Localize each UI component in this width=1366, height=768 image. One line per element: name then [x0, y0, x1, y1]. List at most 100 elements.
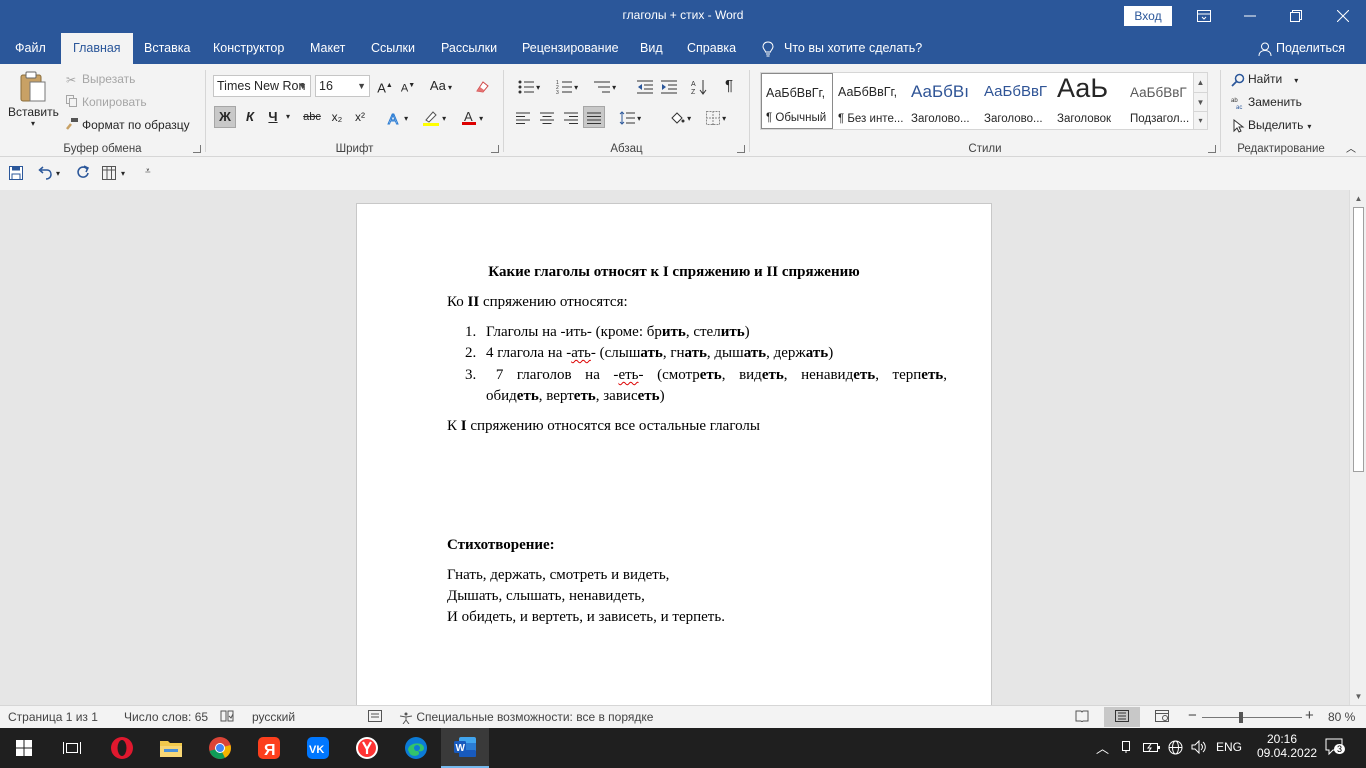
tab-references[interactable]: Ссылки — [371, 33, 415, 64]
list-item[interactable]: 2. 4 глагола на -ать- (слышать, гнать, д… — [465, 345, 833, 362]
ribbon-display-options-icon[interactable] — [1181, 0, 1227, 33]
gallery-down-icon[interactable]: ▼ — [1194, 92, 1207, 111]
edge-app[interactable] — [392, 728, 440, 768]
word-app[interactable]: W — [441, 728, 489, 768]
style-no-spacing[interactable]: АаБбВвГг, ¶ Без инте... — [834, 73, 906, 129]
minimize-icon[interactable] — [1227, 0, 1273, 33]
paragraph-intro-i[interactable]: К I спряжению относятся все остальные гл… — [447, 418, 760, 435]
page-count[interactable]: Страница 1 из 1 — [8, 710, 98, 724]
list-item[interactable]: 1. Глаголы на -ить- (кроме: брить, стели… — [465, 324, 750, 341]
italic-button[interactable]: К — [239, 106, 261, 128]
tab-file[interactable]: Файл — [15, 33, 46, 64]
file-explorer-app[interactable] — [147, 728, 195, 768]
tab-view[interactable]: Вид — [640, 33, 663, 64]
font-size-dropdown-icon[interactable]: ▼ — [357, 76, 366, 96]
paste-button[interactable]: Вставить ▾ — [8, 70, 59, 128]
show-hidden-icons-icon[interactable]: ︿ — [1096, 738, 1109, 757]
styles-gallery-scroll[interactable]: ▲ ▼ ▾ — [1193, 72, 1208, 130]
paste-dropdown-icon[interactable]: ▾ — [8, 119, 58, 128]
style-title[interactable]: АаЬ Заголовок — [1053, 73, 1125, 129]
numbering-button[interactable]: 123 ▾ — [550, 75, 584, 97]
opera-app[interactable] — [98, 728, 146, 768]
superscript-button[interactable]: x² — [350, 106, 370, 128]
grow-font-button[interactable]: A▲ — [376, 75, 394, 97]
zoom-slider[interactable] — [1202, 712, 1302, 723]
customize-qat-icon[interactable]: ⩡ — [145, 166, 151, 177]
subscript-button[interactable]: x₂ — [327, 106, 347, 128]
document-canvas[interactable]: Какие глаголы относят к I спряжению и II… — [0, 190, 1349, 705]
cut-button[interactable]: ✂ Вырезать — [66, 72, 135, 87]
document-page[interactable]: Какие глаголы относят к I спряжению и II… — [356, 203, 992, 705]
style-heading-1[interactable]: АаБбВı Заголово... — [907, 73, 979, 129]
yandex-browser-app[interactable] — [343, 728, 391, 768]
accessibility-status[interactable]: Специальные возможности: все в порядке — [399, 710, 653, 725]
input-language[interactable]: ENG — [1216, 740, 1242, 754]
yandex-app[interactable]: Я — [245, 728, 293, 768]
battery-icon[interactable] — [1143, 740, 1161, 757]
style-subtitle[interactable]: АаБбВвГ Подзагол... — [1126, 73, 1198, 129]
line-spacing-button[interactable]: ▾ — [614, 106, 646, 128]
vertical-scrollbar[interactable]: ▲ ▼ — [1349, 190, 1366, 705]
find-button[interactable]: Найти ▾ — [1231, 72, 1298, 87]
macro-recording-icon[interactable] — [368, 710, 382, 725]
zoom-level[interactable]: 80 % — [1328, 710, 1355, 724]
shading-button[interactable]: ▾ — [664, 106, 696, 128]
style-heading-2[interactable]: АаБбВвГ Заголово... — [980, 73, 1052, 129]
start-button[interactable] — [0, 728, 48, 768]
tab-insert[interactable]: Вставка — [144, 33, 190, 64]
shrink-font-button[interactable]: A▼ — [399, 75, 417, 97]
tab-design[interactable]: Конструктор — [213, 33, 284, 64]
tab-mailings[interactable]: Рассылки — [441, 33, 497, 64]
replace-button[interactable]: ab ac Заменить — [1231, 95, 1302, 111]
multilevel-list-button[interactable]: ▾ — [588, 75, 622, 97]
collapse-ribbon-icon[interactable]: ︿ — [1346, 140, 1356, 155]
paragraph-dialog-launcher-icon[interactable] — [737, 145, 745, 153]
save-button[interactable] — [9, 166, 23, 183]
underline-button[interactable]: Ч — [264, 106, 282, 128]
justify-button[interactable] — [583, 106, 605, 128]
underline-dropdown-icon[interactable]: ▾ — [283, 106, 293, 128]
change-case-button[interactable]: Aa ▾ — [426, 75, 456, 97]
close-icon[interactable] — [1320, 0, 1366, 33]
notifications-button[interactable]: 3 — [1325, 738, 1346, 759]
select-button[interactable]: Выделить ▾ — [1231, 118, 1311, 133]
language-indicator[interactable]: русский — [252, 710, 295, 724]
clipboard-dialog-launcher-icon[interactable] — [193, 145, 201, 153]
chrome-app[interactable] — [196, 728, 244, 768]
tab-layout[interactable]: Макет — [310, 33, 345, 64]
poem-line[interactable]: И обидеть, и вертеть, и зависеть, и терп… — [447, 609, 725, 626]
print-layout-icon[interactable] — [1104, 707, 1140, 727]
select-dropdown-icon[interactable]: ▾ — [1307, 122, 1311, 131]
task-view-button[interactable] — [48, 728, 96, 768]
repeat-button[interactable] — [76, 165, 90, 182]
zoom-in-icon[interactable]: + — [1305, 707, 1314, 724]
bold-button[interactable]: Ж — [214, 106, 236, 128]
tell-me-search[interactable]: Что вы хотите сделать? — [762, 33, 922, 64]
vk-app[interactable]: VK — [294, 728, 342, 768]
read-mode-icon[interactable] — [1075, 710, 1089, 725]
style-normal[interactable]: АаБбВвГг, ¶ Обычный — [761, 73, 833, 129]
font-name-combo[interactable]: Times New Ron ▼ — [213, 75, 311, 97]
align-left-button[interactable] — [512, 106, 534, 128]
poem-line[interactable]: Дышать, слышать, ненавидеть, — [447, 588, 645, 605]
undo-dropdown-icon[interactable]: ▾ — [56, 169, 60, 178]
font-name-dropdown-icon[interactable]: ▼ — [298, 76, 307, 96]
table-button[interactable]: ▾ — [102, 165, 125, 180]
strikethrough-button[interactable]: abc — [300, 106, 324, 128]
proofing-icon[interactable] — [220, 710, 234, 725]
increase-indent-button[interactable] — [658, 75, 680, 97]
scroll-down-icon[interactable]: ▼ — [1350, 689, 1366, 704]
restore-icon[interactable] — [1273, 0, 1319, 33]
tab-review[interactable]: Рецензирование — [522, 33, 619, 64]
tab-home[interactable]: Главная — [61, 33, 133, 64]
sign-in-button[interactable]: Вход — [1124, 6, 1172, 26]
borders-button[interactable]: ▾ — [700, 106, 732, 128]
format-painter-button[interactable]: Формат по образцу — [66, 118, 190, 133]
sort-button[interactable]: AZ — [688, 75, 710, 97]
scroll-up-icon[interactable]: ▲ — [1350, 191, 1366, 206]
align-right-button[interactable] — [560, 106, 582, 128]
decrease-indent-button[interactable] — [634, 75, 656, 97]
align-center-button[interactable] — [536, 106, 558, 128]
word-count[interactable]: Число слов: 65 — [124, 710, 208, 724]
poem-line[interactable]: Гнать, держать, смотреть и видеть, — [447, 567, 669, 584]
